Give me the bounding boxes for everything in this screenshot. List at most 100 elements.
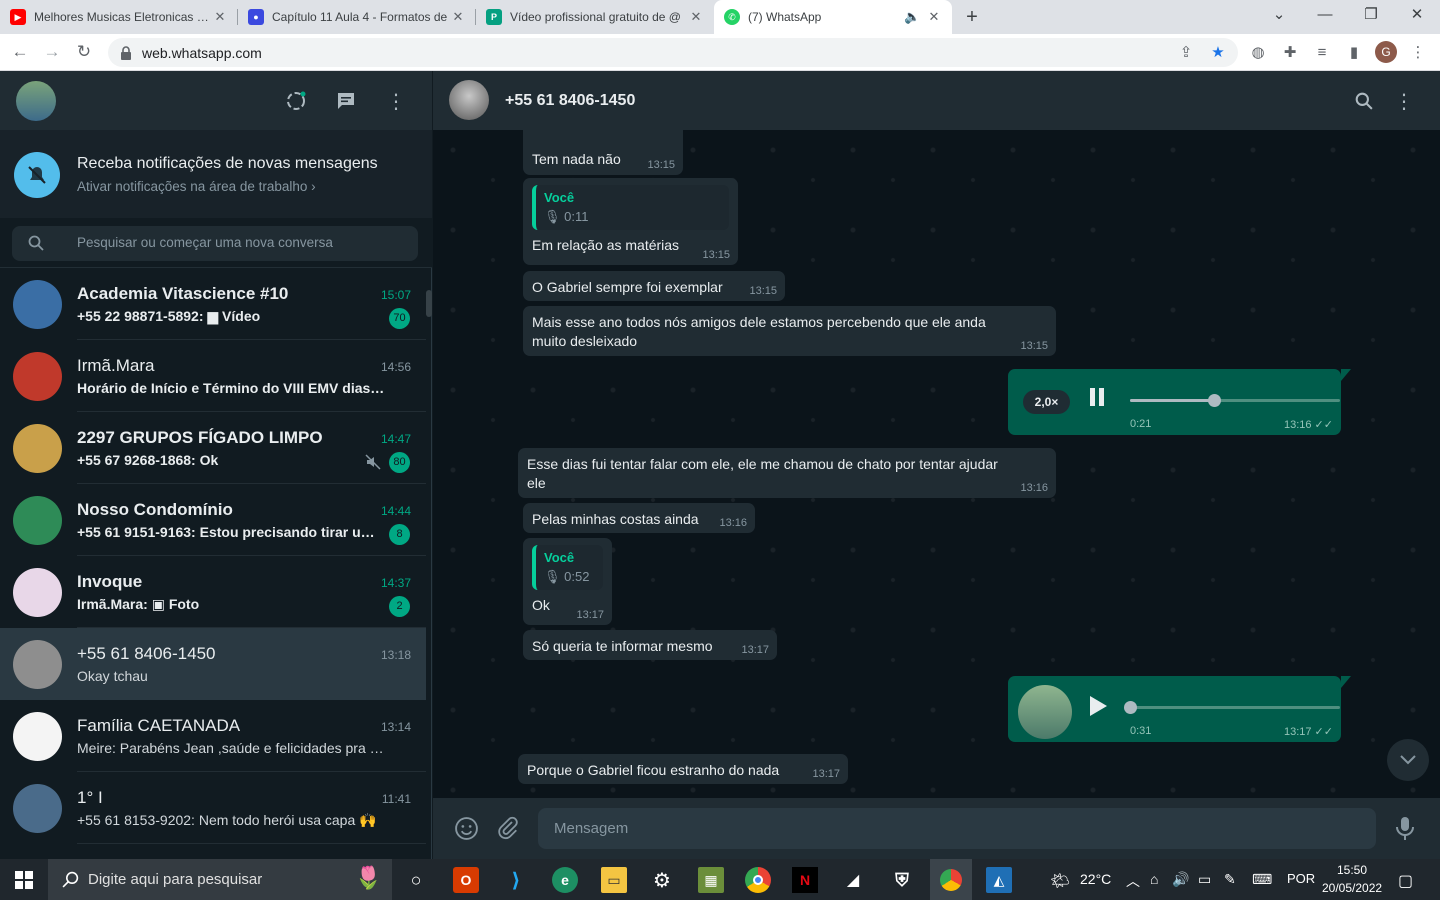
office-icon[interactable]: O <box>453 867 479 893</box>
menu-icon[interactable]: ⋮ <box>1392 89 1416 113</box>
monitor-icon[interactable]: ▭ <box>1198 871 1211 888</box>
chat-item[interactable]: +55 61 8406-1450 13:18 Okay tchau <box>0 628 426 700</box>
audio-progress-track[interactable] <box>1130 394 1340 407</box>
contact-avatar[interactable] <box>449 80 489 120</box>
game-icon[interactable]: ◢ <box>840 867 866 893</box>
chrome-active-app-icon[interactable] <box>930 859 972 900</box>
microphone-icon[interactable] <box>1395 816 1415 847</box>
weather-sun-icon[interactable]: 🌤 <box>1050 871 1070 891</box>
incoming-message[interactable]: Só queria te informar mesmo 13:17 <box>523 630 777 660</box>
close-window-icon[interactable]: ✕ <box>1394 0 1440 34</box>
side-panel-icon[interactable]: ▮ <box>1343 41 1365 63</box>
pen-icon[interactable]: ✎ <box>1224 871 1236 888</box>
keyboard-icon[interactable]: ⌨ <box>1252 871 1272 888</box>
speaker-icon[interactable]: 🔈 <box>904 9 920 25</box>
minimize-icon[interactable]: — <box>1302 0 1348 34</box>
task-view-icon[interactable]: ○ <box>403 867 429 893</box>
incoming-message[interactable]: Tem nada não 13:15 <box>523 130 683 175</box>
volume-icon[interactable]: 🔊 <box>1172 871 1189 888</box>
weather-temp[interactable]: 22°C <box>1080 871 1111 887</box>
settings-gear-icon[interactable]: ⚙ <box>649 867 675 893</box>
voice-message[interactable]: 2,0× 0:21 13:16 ✓✓ <box>1008 369 1341 435</box>
tab-search-icon[interactable]: ⌄ <box>1256 0 1302 34</box>
pause-icon[interactable] <box>1088 387 1106 410</box>
chat-item[interactable]: Invoque 14:37 Irmã.Mara: ▣ Foto 2 <box>0 556 426 628</box>
profile-avatar[interactable]: G <box>1375 41 1397 63</box>
incoming-message[interactable]: Mais esse ano todos nós amigos dele esta… <box>523 306 1056 356</box>
media-control-icon[interactable]: ≡ <box>1311 41 1333 63</box>
voice-message[interactable]: 0:31 13:17 ✓✓ <box>1008 676 1341 742</box>
menu-icon[interactable]: ⋮ <box>384 89 408 113</box>
incoming-message[interactable]: Você 🎙 0:11 Em relação as matérias 13:15 <box>523 178 738 265</box>
vscode-icon[interactable]: ⟩ <box>503 867 529 893</box>
audio-progress-knob[interactable] <box>1208 394 1221 407</box>
incoming-message[interactable]: O Gabriel sempre foi exemplar 13:15 <box>523 271 785 301</box>
emoji-icon[interactable] <box>454 816 479 846</box>
close-tab-icon[interactable]: ✕ <box>926 9 942 25</box>
play-icon[interactable] <box>1088 695 1108 720</box>
status-icon[interactable] <box>284 89 308 113</box>
chat-item[interactable]: Academia Vitascience #10 15:07 +55 22 9887… <box>0 268 426 340</box>
attach-icon[interactable] <box>496 816 520 845</box>
close-tab-icon[interactable]: ✕ <box>212 9 228 25</box>
address-bar[interactable]: web.whatsapp.com <box>108 38 1238 67</box>
message-input[interactable]: Mensagem <box>538 808 1376 849</box>
audio-progress-track[interactable] <box>1124 701 1340 714</box>
restore-icon[interactable]: ❐ <box>1348 0 1394 34</box>
my-avatar[interactable] <box>16 81 56 121</box>
netflix-icon[interactable]: N <box>792 867 818 893</box>
file-explorer-icon[interactable]: ▭ <box>601 867 627 893</box>
language-indicator[interactable]: POR <box>1287 871 1315 886</box>
incoming-message[interactable]: Você 🎙 0:52 Ok 13:17 <box>523 538 612 625</box>
clock[interactable]: 15:50 20/05/2022 <box>1322 863 1382 895</box>
incoming-message[interactable]: Porque o Gabriel ficou estranho do nada 1… <box>518 754 848 784</box>
extension-icon[interactable]: ◍ <box>1247 41 1269 63</box>
audio-progress-knob[interactable] <box>1124 701 1137 714</box>
search-input[interactable]: Pesquisar ou começar uma nova conversa <box>12 226 418 261</box>
puzzle-extensions-icon[interactable]: ✚ <box>1279 41 1301 63</box>
reload-icon[interactable]: ↻ <box>68 36 100 68</box>
chat-item[interactable]: Família CAETANADA 13:14 Meire: Parabéns Je… <box>0 700 426 772</box>
close-tab-icon[interactable]: ✕ <box>450 9 466 25</box>
chrome-menu-icon[interactable]: ⋮ <box>1407 41 1429 63</box>
minecraft-icon[interactable]: ▦ <box>698 867 724 893</box>
quoted-message[interactable]: Você 🎙 0:11 <box>532 185 729 230</box>
share-icon[interactable]: ⇪ <box>1175 41 1197 63</box>
chat-item[interactable]: Nosso Condomínio 14:44 +55 61 9151-9163: E… <box>0 484 426 556</box>
playback-speed-button[interactable]: 2,0× <box>1023 390 1070 414</box>
chat-item[interactable]: Irmã.Mara 14:56 Horário de Início e Términ… <box>0 340 426 412</box>
chat-item[interactable]: 2297 GRUPOS FÍGADO LIMPO 14:47 +55 67 9268… <box>0 412 426 484</box>
quoted-message[interactable]: Você 🎙 0:52 <box>532 545 603 590</box>
conversation-header[interactable]: +55 61 8406-1450 ⋮ <box>433 71 1440 130</box>
taskbar-search[interactable]: Digite aqui para pesquisar 🌷 <box>48 859 392 900</box>
security-shield-icon[interactable]: ⛨ <box>889 867 915 893</box>
close-tab-icon[interactable]: ✕ <box>688 9 704 25</box>
edge-icon[interactable]: e <box>552 867 578 893</box>
notification-center-icon[interactable]: ▢ <box>1398 871 1413 891</box>
incoming-message[interactable]: Pelas minhas costas ainda 13:16 <box>523 503 755 533</box>
tray-chevron-icon[interactable]: ︿ <box>1126 871 1140 891</box>
chat-list-scrollbar[interactable] <box>426 290 432 317</box>
notification-link[interactable]: Ativar notificações na área de trabalho … <box>77 179 316 194</box>
browser-tab[interactable]: ● Capítulo 11 Aula 4 - Formatos de ✕ <box>238 0 476 34</box>
message-time: 13:17 ✓✓ <box>1283 726 1333 738</box>
new-chat-icon[interactable] <box>334 89 358 113</box>
chat-item[interactable]: 1° I 11:41 +55 61 8153-9202: Nem todo heró… <box>0 772 426 844</box>
browser-tab-active[interactable]: ✆ (7) WhatsApp 🔈 ✕ <box>714 0 952 34</box>
search-icon[interactable] <box>1352 89 1376 113</box>
chat-name: Família CAETANADA <box>77 716 241 735</box>
whatsapp-app: ⋮ Receba notificações de novas mensagens… <box>0 71 1440 859</box>
new-tab-button[interactable]: + <box>952 0 992 34</box>
chrome-icon[interactable] <box>745 867 771 893</box>
back-icon[interactable]: ← <box>4 36 36 68</box>
network-icon[interactable]: ⌂ <box>1150 871 1158 887</box>
incoming-message[interactable]: Esse dias fui tentar falar com ele, ele … <box>518 448 1056 498</box>
windows-start-icon[interactable] <box>11 867 37 893</box>
notification-banner[interactable]: Receba notificações de novas mensagens A… <box>0 130 432 218</box>
browser-tab[interactable]: P Vídeo profissional gratuito de @ ✕ <box>476 0 714 34</box>
browser-tab[interactable]: ▶ Melhores Musicas Eletronicas Par ✕ <box>0 0 238 34</box>
forward-icon[interactable]: → <box>36 36 68 68</box>
bookmark-star-icon[interactable]: ★ <box>1207 41 1229 63</box>
photos-icon[interactable]: ◭ <box>986 867 1012 893</box>
scroll-down-button[interactable] <box>1387 739 1429 781</box>
